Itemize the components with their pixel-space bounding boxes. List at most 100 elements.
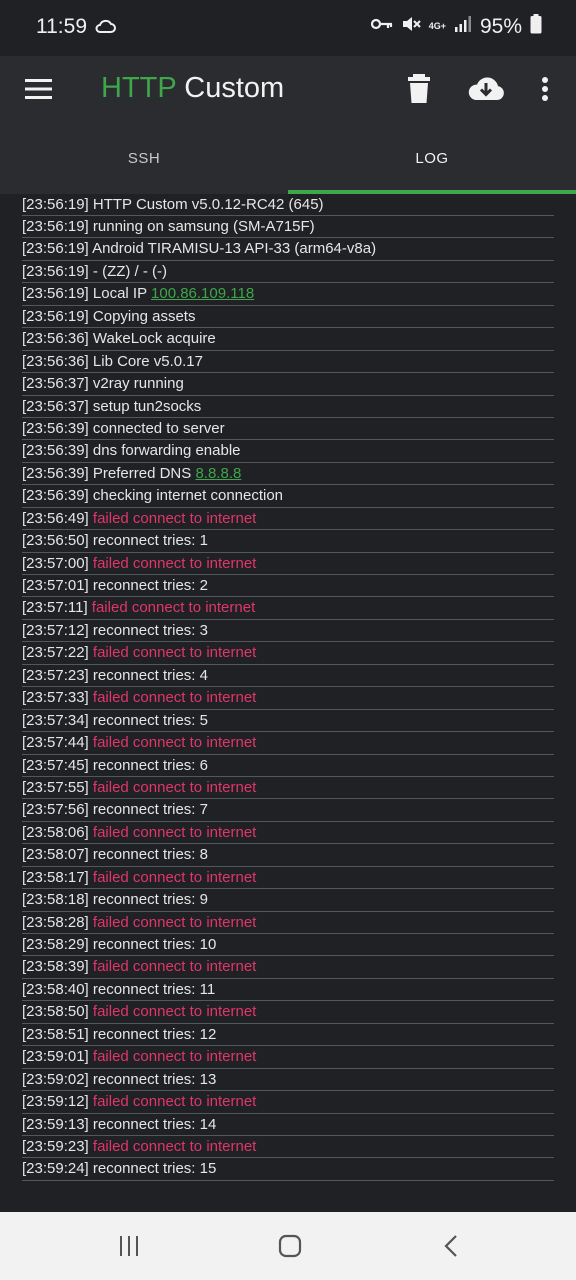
log-entry: [23:58:39] failed connect to internet xyxy=(22,956,554,979)
log-error-message: failed connect to internet xyxy=(92,958,257,976)
app-bar: HTTP Custom xyxy=(0,56,576,122)
back-button[interactable] xyxy=(440,1234,464,1263)
log-timestamp: [23:57:45] xyxy=(22,756,89,774)
log-entry: [23:58:51] reconnect tries: 12 xyxy=(22,1024,554,1047)
log-error-message: failed connect to internet xyxy=(92,1093,257,1111)
log-entry: [23:57:22] failed connect to internet xyxy=(22,642,554,665)
log-message: reconnect tries: 11 xyxy=(92,980,216,998)
log-timestamp: [23:57:01] xyxy=(22,577,89,594)
log-timestamp: [23:56:19] xyxy=(22,262,89,280)
log-message: reconnect tries: 13 xyxy=(92,1070,217,1088)
log-entry: [23:56:36] WakeLock acquire xyxy=(22,328,554,351)
download-icon xyxy=(468,77,504,100)
log-error-message: failed connect to internet xyxy=(92,734,257,752)
log-timestamp: [23:59:12] xyxy=(22,1093,89,1111)
log-timestamp: [23:58:06] xyxy=(22,823,89,841)
log-entry: [23:56:39] dns forwarding enable xyxy=(22,440,554,463)
log-timestamp: [23:58:28] xyxy=(22,913,89,931)
log-error-message: failed connect to internet xyxy=(92,1048,257,1066)
log-error-message: failed connect to internet xyxy=(92,778,257,796)
log-entry: [23:56:19] Local IP 100.86.109.118 xyxy=(22,283,554,306)
log-link[interactable]: 100.86.109.118 xyxy=(151,285,254,302)
log-error-message: failed connect to internet xyxy=(92,644,257,662)
log-entry: [23:58:40] reconnect tries: 11 xyxy=(22,979,554,1002)
log-timestamp: [23:57:22] xyxy=(22,644,89,662)
log-timestamp: [23:58:07] xyxy=(22,846,89,864)
log-timestamp: [23:58:39] xyxy=(22,958,89,976)
more-icon xyxy=(542,77,548,101)
log-entry: [23:56:36] Lib Core v5.0.17 xyxy=(22,351,554,374)
delete-log-button[interactable] xyxy=(403,70,435,108)
log-entry: [23:57:44] failed connect to internet xyxy=(22,732,554,755)
log-panel[interactable]: [23:56:19] HTTP Custom v5.0.12-RC42 (645… xyxy=(0,194,576,1212)
log-entry: [23:59:12] failed connect to internet xyxy=(22,1091,554,1114)
log-error-message: failed connect to internet xyxy=(91,599,256,617)
log-entry: [23:59:13] reconnect tries: 14 xyxy=(22,1114,554,1136)
log-timestamp: [23:56:37] xyxy=(22,397,89,415)
log-message: Local IP xyxy=(92,285,147,303)
log-link[interactable]: 8.8.8.8 xyxy=(195,465,241,482)
log-entry: [23:58:18] reconnect tries: 9 xyxy=(22,889,554,912)
recent-apps-icon xyxy=(120,1236,138,1256)
log-message: Android TIRAMISU-13 API-33 (arm64-v8a) xyxy=(92,240,377,258)
log-message: Lib Core v5.0.17 xyxy=(92,352,203,370)
more-options-button[interactable] xyxy=(534,74,556,106)
log-entry: [23:59:01] failed connect to internet xyxy=(22,1046,554,1069)
cloud-icon xyxy=(94,18,116,39)
log-timestamp: [23:56:50] xyxy=(22,532,89,550)
log-entry: [23:57:11] failed connect to internet xyxy=(22,597,554,620)
log-error-message: failed connect to internet xyxy=(92,689,257,707)
log-timestamp: [23:57:34] xyxy=(22,711,89,729)
log-message: v2ray running xyxy=(92,375,184,393)
tab-ssh[interactable]: SSH xyxy=(0,122,288,194)
mute-icon xyxy=(401,15,421,38)
log-error-message: failed connect to internet xyxy=(92,1003,257,1021)
navigation-bar xyxy=(0,1212,576,1280)
log-timestamp: [23:58:17] xyxy=(22,868,89,886)
log-timestamp: [23:57:12] xyxy=(22,621,89,639)
log-message: Preferred DNS xyxy=(92,464,192,482)
log-entry: [23:56:19] running on samsung (SM-A715F) xyxy=(22,216,554,239)
download-button[interactable] xyxy=(467,73,505,105)
log-entry: [23:57:45] reconnect tries: 6 xyxy=(22,755,554,777)
home-button[interactable] xyxy=(277,1234,303,1263)
log-timestamp: [23:56:49] xyxy=(22,509,89,527)
log-timestamp: [23:56:19] xyxy=(22,285,89,303)
log-timestamp: [23:56:19] xyxy=(22,307,89,325)
log-timestamp: [23:59:23] xyxy=(22,1137,89,1155)
signal-icon xyxy=(454,15,472,38)
battery-percentage: 95% xyxy=(479,14,522,38)
log-error-message: failed connect to internet xyxy=(92,913,257,931)
log-timestamp: [23:57:55] xyxy=(22,778,89,796)
log-message: connected to server xyxy=(92,419,225,437)
recent-apps-button[interactable] xyxy=(117,1234,141,1263)
log-error-message: failed connect to internet xyxy=(92,823,257,841)
tab-log[interactable]: LOG xyxy=(288,122,576,194)
battery-icon xyxy=(530,14,542,39)
log-entry: [23:57:33] failed connect to internet xyxy=(22,687,554,710)
log-message: reconnect tries: 2 xyxy=(92,577,208,594)
log-entry: [23:58:50] failed connect to internet xyxy=(22,1001,554,1024)
log-entry: [23:56:19] Android TIRAMISU-13 API-33 (a… xyxy=(22,238,554,261)
log-entry: [23:56:37] v2ray running xyxy=(22,373,554,396)
log-timestamp: [23:58:40] xyxy=(22,980,89,998)
log-timestamp: [23:56:39] xyxy=(22,442,89,460)
log-entry: [23:59:24] reconnect tries: 15 xyxy=(22,1158,554,1181)
log-timestamp: [23:56:36] xyxy=(22,352,89,370)
log-timestamp: [23:59:01] xyxy=(22,1048,89,1066)
app-title-part2: Custom xyxy=(184,72,285,104)
log-entry: [23:57:12] reconnect tries: 3 xyxy=(22,620,554,643)
log-entry: [23:57:00] failed connect to internet xyxy=(22,553,554,575)
app-title-part1: HTTP xyxy=(101,72,177,104)
log-entry: [23:56:39] connected to server xyxy=(22,418,554,441)
log-timestamp: [23:56:19] xyxy=(22,218,89,235)
log-error-message: failed connect to internet xyxy=(92,509,257,527)
log-message: WakeLock acquire xyxy=(92,330,216,348)
log-entry: [23:57:23] reconnect tries: 4 xyxy=(22,665,554,688)
log-message: reconnect tries: 15 xyxy=(92,1160,217,1178)
status-bar: 11:59 4G+ 95% xyxy=(0,0,576,56)
log-timestamp: [23:56:37] xyxy=(22,375,89,393)
menu-button[interactable] xyxy=(22,73,56,105)
log-entry: [23:59:23] failed connect to internet xyxy=(22,1136,554,1159)
log-entry: [23:58:07] reconnect tries: 8 xyxy=(22,844,554,867)
